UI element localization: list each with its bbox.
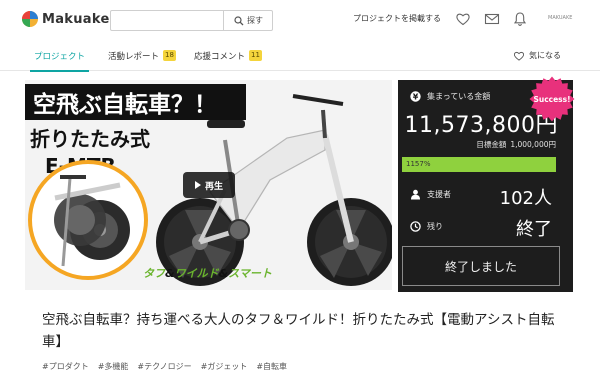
- tagline-word-smart: スマート: [228, 267, 272, 280]
- progress-percent: 1157%: [406, 160, 431, 168]
- raised-label: 集まっている金額: [427, 92, 491, 101]
- tagline-amp: &: [165, 267, 175, 280]
- play-icon: [194, 181, 201, 189]
- search-input[interactable]: [111, 11, 223, 30]
- favorite-label: 気になる: [529, 51, 561, 60]
- yen-icon: ¥: [410, 91, 421, 102]
- tag-list: #プロダクト #多機能 #テクノロジー #ガジェット #自転車: [42, 361, 296, 372]
- search-button[interactable]: 探す: [223, 11, 273, 30]
- tab-label: プロジェクト: [34, 51, 86, 62]
- tab-label: 応援コメント: [194, 51, 246, 62]
- project-title: 空飛ぶ自転車？持ち運べる大人のタフ＆ワイルド！折りたたみ式【電動アシスト自転車】: [42, 312, 555, 350]
- makuake-logo-icon: [22, 11, 38, 27]
- project-main-visual[interactable]: 空飛ぶ自転車？！ 折りたたみ式 E-MTB: [25, 80, 392, 290]
- raised-row: ¥ 集まっている金額: [410, 91, 490, 102]
- hero-subline-1: 折りたたみ式: [30, 127, 150, 151]
- heart-icon[interactable]: [455, 11, 471, 27]
- remaining-value: 終了: [516, 219, 552, 240]
- goal-amount: 1,000,000円: [510, 140, 556, 149]
- hero-tagline: タフ&ワイルド&スマート: [143, 267, 272, 280]
- hero-headline: 空飛ぶ自転車？！: [33, 91, 217, 118]
- search-button-label: 探す: [247, 16, 263, 25]
- tagline-word-wild: ワイルド: [175, 267, 220, 280]
- search-icon: [234, 15, 244, 25]
- success-badge: Success!: [529, 76, 575, 122]
- project-tabs: プロジェクト 活動レポート 18 応援コメント 11 気になる: [0, 40, 600, 72]
- mail-icon[interactable]: [484, 11, 500, 27]
- tag-link[interactable]: #プロダクト: [42, 361, 89, 372]
- makuake-logo[interactable]: Makuake: [22, 9, 110, 29]
- favorite-button[interactable]: 気になる: [513, 40, 561, 71]
- remaining-row: 残り: [410, 221, 443, 232]
- supporters-row: 支援者: [410, 189, 451, 200]
- bell-icon[interactable]: [512, 11, 528, 27]
- funding-progress-bar: 1157%: [402, 157, 556, 172]
- tagline-word-tough: タフ: [143, 267, 166, 280]
- goal-label: 目標金額: [476, 140, 507, 149]
- tab-label: 活動レポート: [108, 51, 160, 62]
- tag-link[interactable]: #多機能: [98, 361, 129, 372]
- search-box: 探す: [110, 10, 273, 31]
- clock-icon: [410, 221, 421, 232]
- tagline-amp: &: [219, 267, 229, 280]
- tab-activity-report[interactable]: 活動レポート 18: [108, 40, 176, 71]
- heart-icon: [513, 51, 525, 61]
- success-badge-label: Success!: [533, 94, 571, 104]
- play-label: 再生: [204, 181, 223, 192]
- person-icon: [411, 189, 420, 200]
- supporters-label: 支援者: [427, 190, 451, 199]
- tab-support-comments[interactable]: 応援コメント 11: [194, 40, 262, 71]
- play-video-button[interactable]: 再生: [183, 172, 235, 198]
- tab-project[interactable]: プロジェクト: [29, 40, 90, 72]
- svg-text:¥: ¥: [413, 92, 419, 101]
- remaining-label: 残り: [427, 222, 443, 231]
- count-badge: 11: [249, 50, 262, 61]
- post-project-link[interactable]: プロジェクトを掲載する: [353, 13, 441, 24]
- count-badge: 18: [163, 50, 176, 61]
- goal-amount-row: 目標金額 1,000,000円: [476, 139, 556, 150]
- supporters-value: 102人: [499, 188, 552, 209]
- site-header: Makuake 探す プロジェクトを掲載する MAKUAKE: [0, 0, 600, 40]
- tag-link[interactable]: #テクノロジー: [137, 361, 191, 372]
- logo-text: Makuake: [42, 11, 110, 27]
- tag-link[interactable]: #自転車: [256, 361, 287, 372]
- tag-link[interactable]: #ガジェット: [201, 361, 248, 372]
- user-menu[interactable]: MAKUAKE: [548, 15, 572, 21]
- project-ended-button[interactable]: 終了しました: [402, 246, 560, 286]
